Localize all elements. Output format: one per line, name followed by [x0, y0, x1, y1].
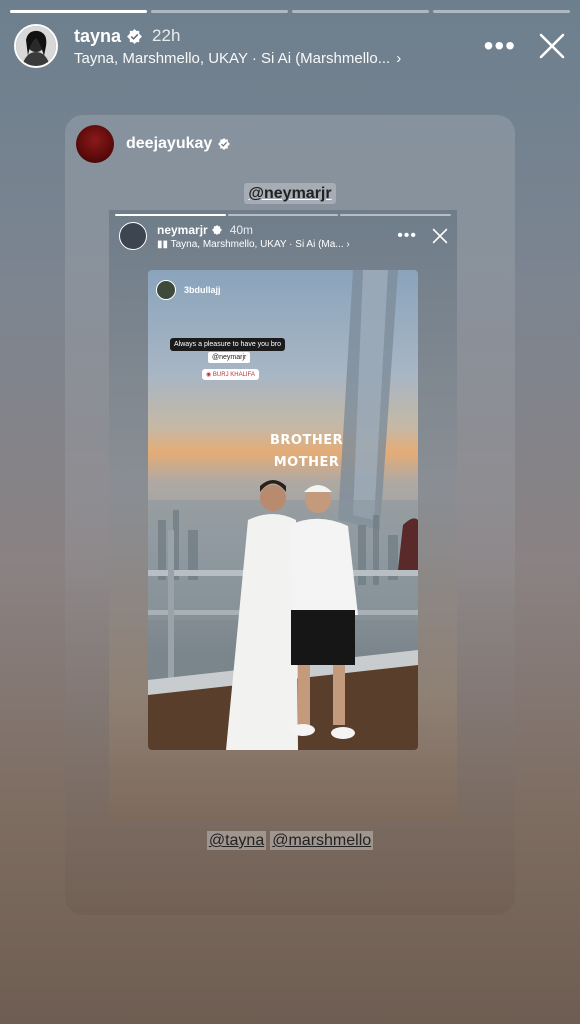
mention-sticker[interactable]: @neymarjr	[65, 183, 515, 204]
mention-sticker[interactable]: @neymarjr	[208, 352, 251, 363]
story-username[interactable]: tayna	[74, 26, 121, 47]
story-time: 22h	[152, 26, 181, 45]
progress-segment	[292, 10, 429, 13]
chevron-right-icon: ›	[396, 49, 402, 67]
music-text: Tayna, Marshmello, UKAY · Si Ai (Marshme…	[74, 49, 391, 67]
more-options-icon[interactable]: •••	[397, 228, 417, 244]
progress-segment	[433, 10, 570, 13]
verified-badge-icon	[211, 224, 222, 235]
reshare-header: deejayukay	[76, 125, 231, 163]
location-pin-icon: ◉	[206, 372, 213, 378]
story-header: tayna 22h Tayna, Marshmello, UKAY · Si A…	[14, 22, 566, 70]
inner-avatar[interactable]	[119, 222, 147, 250]
progress-segment	[10, 10, 147, 13]
close-icon[interactable]	[431, 227, 449, 245]
bottom-mention-stickers: @tayna @marshmello	[65, 831, 515, 850]
photo-username[interactable]: 3bdullajj	[184, 285, 221, 295]
inner-story-header: neymarjr 40m ▮▮ Tayna, Marshmello, UKAY …	[119, 222, 449, 250]
overlay-text: BROTHER MOTHER	[270, 433, 344, 471]
reshared-story-card[interactable]: deejayukay @neymarjr neymarjr 40m ▮▮ Tay…	[65, 115, 515, 915]
mention-sticker[interactable]: @tayna	[206, 831, 267, 850]
photo-header: 3bdullajj	[156, 280, 221, 300]
verified-badge-icon	[218, 138, 231, 150]
close-icon[interactable]	[538, 32, 566, 60]
avatar[interactable]	[14, 24, 58, 68]
text-sticker: Always a pleasure to have you bro	[170, 338, 286, 351]
music-icon: ▮▮	[157, 238, 171, 250]
story-header-text: tayna 22h Tayna, Marshmello, UKAY · Si A…	[74, 26, 476, 67]
more-options-icon[interactable]: •••	[484, 32, 516, 60]
photo-avatar[interactable]	[156, 280, 176, 300]
story-progress-bar	[10, 10, 570, 13]
reshare-username[interactable]: deejayukay	[126, 135, 212, 153]
progress-segment	[151, 10, 288, 13]
mention-sticker[interactable]: @marshmello	[270, 831, 374, 850]
verified-badge-icon	[127, 28, 143, 44]
inner-music-info[interactable]: ▮▮ Tayna, Marshmello, UKAY · Si Ai (Ma..…	[157, 239, 397, 250]
reshare-avatar[interactable]	[76, 125, 114, 163]
inner-story[interactable]: neymarjr 40m ▮▮ Tayna, Marshmello, UKAY …	[109, 210, 457, 820]
inner-username[interactable]: neymarjr	[157, 223, 208, 237]
inner-progress-bar	[115, 214, 452, 216]
music-info[interactable]: Tayna, Marshmello, UKAY · Si Ai (Marshme…	[74, 50, 476, 67]
story-photo[interactable]: 3bdullajj Always a pleasure to have you …	[148, 270, 418, 750]
location-sticker[interactable]: ◉ BURJ KHALIFA	[202, 369, 259, 380]
inner-time: 40m	[229, 222, 254, 237]
